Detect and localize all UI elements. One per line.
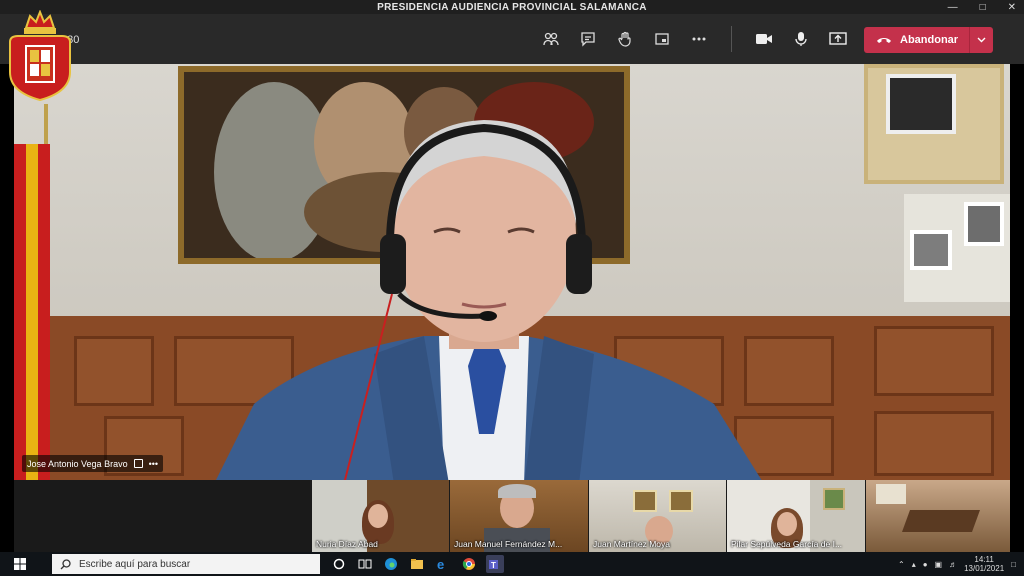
speaker-figure xyxy=(216,120,762,480)
participant-tile[interactable]: Juan Manuel Fernández M... xyxy=(450,480,588,552)
cortana-icon[interactable] xyxy=(330,555,348,573)
taskbar-apps: e T xyxy=(330,555,504,573)
task-view-icon[interactable] xyxy=(356,555,374,573)
participant-tile[interactable]: Nuria Díaz Abad xyxy=(312,480,449,552)
background-frame xyxy=(864,64,1004,184)
search-placeholder: Escribe aquí para buscar xyxy=(79,558,191,570)
internet-explorer-icon[interactable]: e xyxy=(434,555,452,573)
network-icon[interactable]: ▴ xyxy=(912,560,916,569)
participant-tile[interactable]: Pilar Sepúlveda García de I... xyxy=(727,480,865,552)
windows-taskbar: Escribe aquí para buscar e T ⌃ ▴ ● ▣ ♬ 1… xyxy=(0,552,1024,576)
leave-button-label: Abandonar xyxy=(900,34,959,46)
pin-icon[interactable] xyxy=(133,459,143,468)
room-video-tile[interactable] xyxy=(866,480,1010,552)
participants-icon[interactable] xyxy=(540,28,562,50)
participant-name: Nuria Díaz Abad xyxy=(316,539,378,549)
participant-name: Pilar Sepúlveda García de I... xyxy=(731,539,843,549)
taskbar-clock[interactable]: 14:11 13/01/2021 xyxy=(964,555,1004,573)
edge-icon[interactable] xyxy=(382,555,400,573)
more-icon[interactable] xyxy=(688,28,710,50)
toolbar-separator xyxy=(731,26,732,52)
main-video-feed: Jose Antonio Vega Bravo ••• xyxy=(14,64,1010,480)
maximize-icon[interactable]: □ xyxy=(980,2,986,13)
notifications-icon[interactable]: □ xyxy=(1011,560,1016,569)
share-icon[interactable] xyxy=(827,28,849,50)
leave-button[interactable]: Abandonar xyxy=(864,27,993,53)
spanish-flag xyxy=(14,144,50,480)
chrome-icon[interactable] xyxy=(460,555,478,573)
minimize-icon[interactable]: — xyxy=(948,2,958,13)
speaker-name: Jose Antonio Vega Bravo xyxy=(27,458,128,469)
coat-of-arms-logo xyxy=(9,10,71,102)
system-tray: ⌃ ▴ ● ▣ ♬ 14:11 13/01/2021 □ xyxy=(898,552,1016,576)
phone-hangup-icon xyxy=(877,38,891,43)
svg-text:e: e xyxy=(437,557,444,571)
participant-name: Juan Martínez Moya xyxy=(593,539,671,549)
microphone-tray-icon[interactable]: ● xyxy=(923,560,928,569)
file-explorer-icon[interactable] xyxy=(408,555,426,573)
clock-date: 13/01/2021 xyxy=(964,564,1005,573)
svg-text:T: T xyxy=(491,561,496,570)
windows-start-icon[interactable] xyxy=(14,558,26,570)
title-bar: PRESIDENCIA AUDIENCIA PROVINCIAL SALAMAN… xyxy=(0,0,1024,14)
teams-icon[interactable]: T xyxy=(486,555,504,573)
rooms-icon[interactable] xyxy=(651,28,673,50)
raise-hand-icon[interactable] xyxy=(614,28,636,50)
camera-icon[interactable] xyxy=(753,28,775,50)
meeting-toolbar: 8:30 Abandonar xyxy=(0,14,1024,64)
search-icon xyxy=(60,558,71,569)
chevron-down-icon[interactable] xyxy=(969,27,993,53)
window-title: PRESIDENCIA AUDIENCIA PROVINCIAL SALAMAN… xyxy=(377,1,647,13)
background-photos xyxy=(904,194,1010,302)
microphone-icon[interactable] xyxy=(790,28,812,50)
window-controls: — □ ✕ xyxy=(948,0,1016,14)
participant-tile[interactable]: Juan Martínez Moya xyxy=(589,480,726,552)
participant-name: Juan Manuel Fernández M... xyxy=(454,539,563,549)
volume-icon[interactable]: ♬ xyxy=(949,560,957,569)
close-icon[interactable]: ✕ xyxy=(1008,2,1016,13)
taskbar-search-box[interactable]: Escribe aquí para buscar xyxy=(52,554,320,574)
battery-icon[interactable]: ▣ xyxy=(935,560,943,569)
chevron-up-icon[interactable]: ⌃ xyxy=(898,560,905,569)
chat-icon[interactable] xyxy=(577,28,599,50)
speaker-more-icon[interactable]: ••• xyxy=(149,459,158,469)
clock-time: 14:11 xyxy=(974,555,994,564)
meeting-controls xyxy=(540,26,849,52)
speaker-name-tag: Jose Antonio Vega Bravo ••• xyxy=(22,455,164,472)
